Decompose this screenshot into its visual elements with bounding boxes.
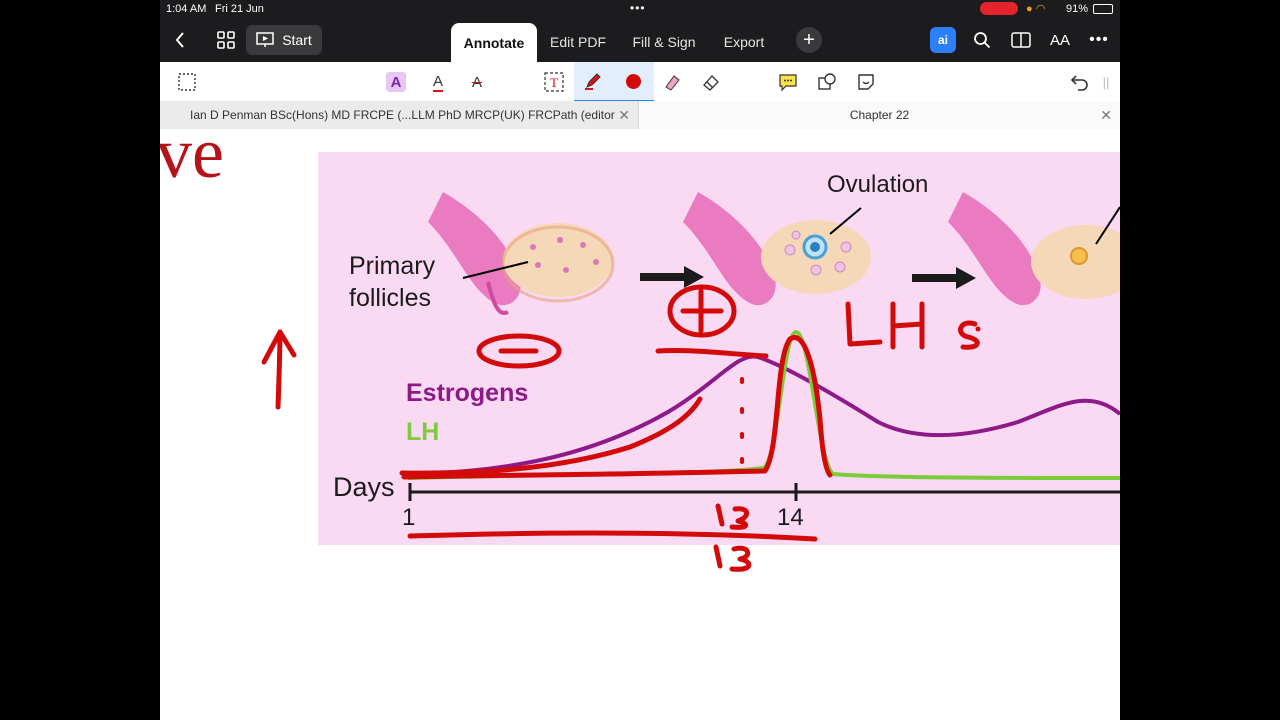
app-top-bar: Start Annotate Edit PDF Fill & Sign Expo… — [160, 18, 1120, 62]
annotation-toolbar: A A A T || — [160, 62, 1120, 102]
add-tool-plus-icon[interactable]: + — [796, 27, 822, 53]
tab-annotate[interactable]: Annotate — [451, 23, 537, 62]
highlight-text-icon[interactable]: A — [386, 72, 406, 92]
tick-day-1: 1 — [402, 504, 416, 531]
svg-text:T: T — [550, 75, 558, 90]
ai-assistant-button[interactable]: ai — [930, 27, 956, 53]
days-axis-label: Days — [333, 472, 395, 502]
ovary-primary-follicles-image — [428, 192, 615, 315]
estrogen-curve — [407, 354, 1120, 476]
ovulation-label: Ovulation — [827, 171, 929, 198]
presentation-icon — [256, 32, 274, 47]
grid-view-icon[interactable] — [214, 28, 238, 52]
legend-estrogens: Estrogens — [406, 379, 529, 407]
handwritten-13-lower — [713, 544, 752, 572]
doc-tab-chapter-22[interactable]: Chapter 22 ✕ — [639, 101, 1120, 129]
pen-color-swatch[interactable] — [612, 62, 654, 102]
start-presentation-button[interactable]: Start — [246, 25, 322, 55]
wifi-icon: ● ◠ — [1026, 3, 1046, 15]
primary-follicles-label: Primary follicles — [349, 250, 435, 314]
status-bar: 1:04 AM Fri 21 Jun ••• ● ◠ 91% — [160, 0, 1120, 18]
shapes-icon[interactable] — [814, 69, 840, 95]
ovary-corpus-luteum-image — [948, 192, 1120, 306]
tab-fill-sign[interactable]: Fill & Sign — [626, 22, 702, 62]
highlighter-pen-icon[interactable] — [660, 69, 686, 95]
pen-tool-icon[interactable] — [574, 62, 612, 102]
reading-mode-book-icon[interactable] — [1009, 28, 1033, 52]
text-box-icon[interactable]: T — [541, 69, 567, 95]
strikethrough-text-icon[interactable]: A — [464, 69, 490, 95]
figure-artwork — [407, 192, 1120, 501]
status-battery: 91% — [1066, 3, 1089, 15]
label-follicles: follicles — [349, 284, 431, 312]
search-icon[interactable] — [970, 28, 994, 52]
toolbar-drag-handle-icon[interactable]: || — [1098, 69, 1114, 95]
underline-text-icon[interactable]: A — [425, 69, 451, 95]
close-tab-icon[interactable]: ✕ — [1100, 107, 1112, 124]
pdf-page[interactable]: ve Primary follicles Ovulation Estrogens… — [160, 117, 1120, 720]
document-tabs: Ian D Penman BSc(Hons) MD FRCPE (...LLM … — [160, 101, 1120, 130]
tab-edit-pdf[interactable]: Edit PDF — [542, 22, 614, 62]
sticker-icon[interactable] — [853, 69, 879, 95]
ovarian-cycle-figure: Primary follicles Ovulation Estrogens LH… — [318, 152, 1120, 545]
legend-lh: LH — [406, 418, 440, 446]
eraser-icon[interactable] — [698, 69, 724, 95]
recording-indicator-icon — [980, 2, 1018, 15]
heading-fragment: ve — [160, 113, 224, 193]
tab-export[interactable]: Export — [716, 22, 772, 62]
tick-day-14: 14 — [777, 504, 804, 531]
start-label: Start — [282, 32, 312, 48]
close-tab-icon[interactable]: ✕ — [618, 107, 630, 124]
undo-icon[interactable] — [1066, 69, 1092, 95]
battery-icon — [1093, 4, 1113, 14]
back-chevron-icon[interactable] — [168, 28, 192, 52]
status-date: Fri 21 Jun — [215, 3, 264, 15]
doc-tab-label: Ian D Penman BSc(Hons) MD FRCPE (...LLM … — [190, 108, 615, 122]
label-primary: Primary — [349, 252, 436, 280]
up-arrow-annotation — [275, 329, 283, 410]
text-size-icon[interactable]: AA — [1046, 28, 1074, 52]
doc-tab-penman[interactable]: Ian D Penman BSc(Hons) MD FRCPE (...LLM … — [160, 101, 639, 129]
doc-tab-label: Chapter 22 — [849, 108, 910, 122]
lasso-select-icon[interactable] — [174, 69, 200, 95]
ovary-ovulation-image — [683, 192, 871, 306]
status-time: 1:04 AM — [166, 3, 207, 15]
ipad-screen: 1:04 AM Fri 21 Jun ••• ● ◠ 91% Start Ann… — [160, 0, 1120, 720]
more-options-icon[interactable]: ••• — [1086, 28, 1112, 52]
comment-note-icon[interactable] — [775, 69, 801, 95]
multitask-dots-icon[interactable]: ••• — [630, 1, 646, 15]
